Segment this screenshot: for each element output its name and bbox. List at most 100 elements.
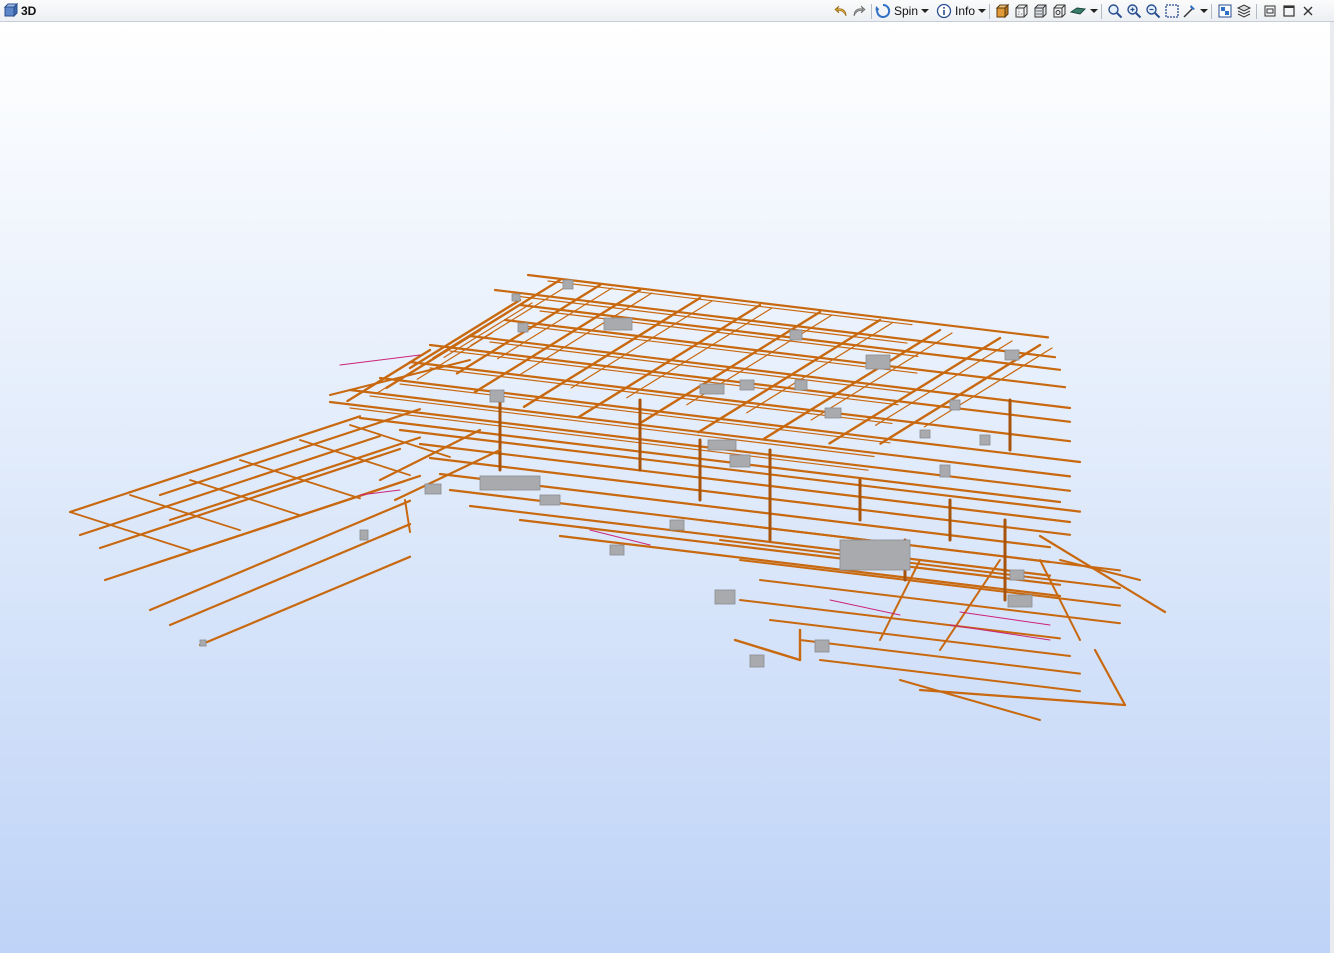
toolbar-separator bbox=[1211, 3, 1213, 19]
hidden-line-icon bbox=[1034, 4, 1047, 18]
pipe-segment bbox=[1038, 534, 1167, 614]
equipment-box bbox=[489, 389, 505, 403]
spin-button[interactable]: Spin bbox=[875, 2, 930, 20]
equipment-box bbox=[1009, 569, 1025, 581]
3d-viewport[interactable] bbox=[0, 22, 1334, 953]
pipe-segment bbox=[398, 428, 1082, 513]
accent-line bbox=[359, 489, 401, 496]
toolbar-separator bbox=[989, 3, 991, 19]
equipment-box bbox=[669, 519, 685, 531]
equipment-box bbox=[199, 639, 207, 647]
info-label: Info bbox=[955, 4, 976, 18]
pick-icon bbox=[1183, 5, 1196, 18]
hidden-line-button[interactable] bbox=[1031, 2, 1050, 20]
pipe-network-model bbox=[68, 273, 1167, 721]
equipment-box bbox=[814, 639, 830, 653]
pipe-segment bbox=[519, 292, 653, 376]
equipment-box bbox=[865, 354, 891, 370]
wireframe-icon bbox=[1015, 4, 1028, 18]
equipment-box bbox=[939, 464, 951, 478]
zoom-fit-button[interactable] bbox=[1105, 2, 1124, 20]
equipment-box bbox=[729, 454, 751, 468]
pipe-segment bbox=[899, 679, 1041, 721]
zoom-in-icon bbox=[1126, 4, 1141, 19]
close-icon bbox=[1303, 6, 1313, 16]
cube-view-icon bbox=[995, 3, 1009, 19]
undo-icon bbox=[834, 5, 847, 17]
layers-icon bbox=[1236, 4, 1251, 18]
equipment-box bbox=[739, 379, 755, 391]
cube-view-button[interactable] bbox=[993, 2, 1012, 20]
toolbar-separator bbox=[871, 3, 872, 19]
pipe-segment bbox=[733, 638, 802, 662]
pipe-segment bbox=[879, 559, 921, 641]
info-dropdown-arrow[interactable] bbox=[978, 9, 987, 13]
equipment-box bbox=[789, 329, 803, 341]
equipment-box bbox=[714, 589, 736, 605]
3d-view-icon bbox=[3, 2, 19, 18]
pipe-segment bbox=[799, 639, 1081, 675]
equipment-box bbox=[603, 317, 633, 331]
redo-button[interactable] bbox=[850, 2, 868, 20]
pipe-segment bbox=[148, 474, 422, 567]
close-window-button[interactable] bbox=[1298, 2, 1317, 20]
pipe-segment bbox=[739, 559, 1121, 607]
pipe-segment bbox=[198, 555, 412, 647]
equipment-box bbox=[919, 429, 931, 439]
pipe-segment bbox=[378, 428, 482, 482]
view-title: 3D bbox=[21, 4, 37, 18]
pipe-segment bbox=[408, 360, 1072, 443]
maximize-window-button[interactable] bbox=[1279, 2, 1298, 20]
maximize-icon bbox=[1282, 5, 1295, 17]
toolbar-separator bbox=[932, 4, 933, 19]
zoom-out-icon bbox=[1145, 4, 1160, 19]
info-button[interactable]: Info bbox=[936, 2, 987, 20]
pipe-segment bbox=[468, 334, 1072, 410]
section-box-button[interactable] bbox=[1050, 2, 1069, 20]
render-style-icon bbox=[1069, 7, 1087, 15]
equipment-box bbox=[979, 434, 991, 446]
render-style-dropdown-arrow[interactable] bbox=[1090, 9, 1099, 13]
wireframe-button[interactable] bbox=[1012, 2, 1031, 20]
restore-icon bbox=[1264, 5, 1276, 17]
pipe-segment bbox=[828, 336, 1002, 445]
toolbar: Spin Info bbox=[832, 2, 1317, 20]
info-icon bbox=[936, 3, 952, 19]
toolbar-separator bbox=[1256, 3, 1258, 19]
spin-label: Spin bbox=[894, 4, 919, 18]
pipe-segment bbox=[1059, 559, 1141, 581]
section-box-icon bbox=[1053, 4, 1066, 18]
spin-icon bbox=[875, 3, 891, 18]
zoom-out-button[interactable] bbox=[1143, 2, 1162, 20]
equipment-box bbox=[479, 475, 541, 491]
zoom-window-button[interactable] bbox=[1162, 2, 1181, 20]
zoom-window-icon bbox=[1164, 4, 1179, 18]
pipe-segment bbox=[358, 416, 1062, 504]
equipment-box bbox=[839, 539, 911, 571]
equipment-box bbox=[699, 383, 725, 395]
equipment-box bbox=[794, 379, 808, 391]
pipe-segment bbox=[819, 659, 1081, 693]
render-style-button[interactable] bbox=[1069, 2, 1099, 20]
layers-button[interactable] bbox=[1234, 2, 1253, 20]
pipe-segment bbox=[759, 579, 1121, 625]
spin-dropdown-arrow[interactable] bbox=[921, 9, 930, 13]
properties-button[interactable] bbox=[1215, 2, 1234, 20]
undo-button[interactable] bbox=[832, 2, 850, 20]
restore-window-button[interactable] bbox=[1260, 2, 1279, 20]
view-title-bar: 3D Spin Info bbox=[0, 0, 1334, 22]
zoom-in-button[interactable] bbox=[1124, 2, 1143, 20]
pipe-segment bbox=[1093, 648, 1127, 707]
equipment-box bbox=[1004, 349, 1020, 361]
pipe-segment bbox=[349, 407, 869, 471]
equipment-box bbox=[707, 439, 737, 451]
redo-icon bbox=[853, 5, 866, 17]
accent-line bbox=[949, 624, 1051, 641]
pipe-segment bbox=[168, 523, 412, 627]
equipment-box bbox=[539, 494, 561, 506]
pipe-segment bbox=[346, 348, 432, 403]
pick-button[interactable] bbox=[1181, 2, 1209, 20]
equipment-box bbox=[517, 322, 529, 333]
pick-dropdown-arrow[interactable] bbox=[1200, 9, 1209, 13]
pipe-segment bbox=[493, 288, 1057, 359]
